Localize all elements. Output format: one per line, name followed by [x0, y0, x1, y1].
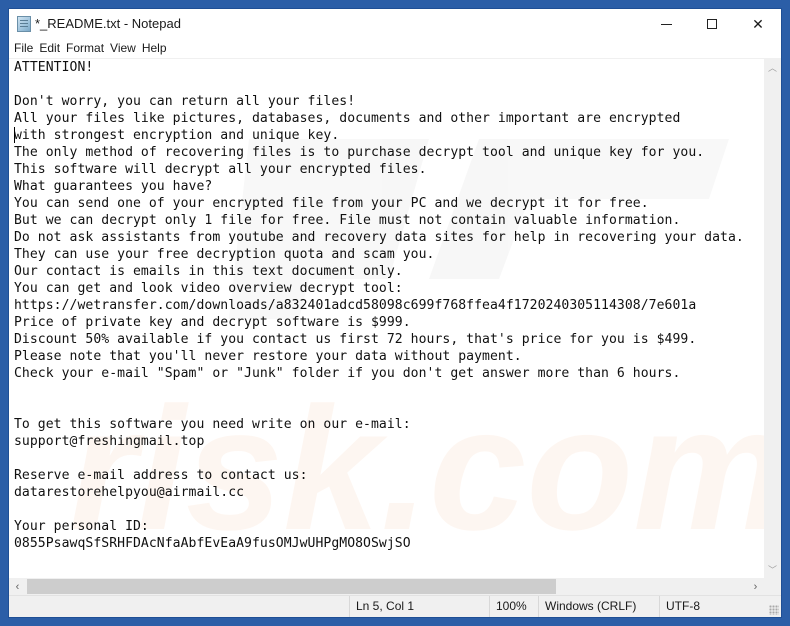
scroll-right-icon[interactable]: › — [747, 578, 764, 595]
resize-grip-icon[interactable] — [769, 605, 779, 615]
scroll-left-icon[interactable]: ‹ — [9, 578, 26, 595]
text-editor[interactable]: risk.com ATTENTION! Don't worry, you can… — [9, 59, 764, 578]
menu-file[interactable]: File — [12, 39, 35, 58]
text-caret — [14, 127, 15, 143]
minimize-button[interactable] — [643, 9, 689, 39]
title-bar[interactable]: *_README.txt - Notepad ✕ — [9, 9, 781, 39]
menu-view[interactable]: View — [108, 39, 138, 58]
zoom-level: 100% — [489, 596, 538, 617]
scrollbar-corner — [764, 578, 781, 595]
cursor-position: Ln 5, Col 1 — [349, 596, 489, 617]
menu-help[interactable]: Help — [140, 39, 169, 58]
menu-format[interactable]: Format — [64, 39, 106, 58]
horizontal-scroll-thumb[interactable] — [27, 579, 556, 594]
line-ending: Windows (CRLF) — [538, 596, 659, 617]
vertical-scrollbar[interactable]: ︿ ﹀ — [764, 59, 781, 578]
encoding: UTF-8 — [659, 596, 764, 617]
menu-bar: File Edit Format View Help — [9, 39, 781, 59]
close-button[interactable]: ✕ — [735, 9, 781, 39]
horizontal-scrollbar[interactable]: ‹ › — [9, 578, 764, 595]
maximize-icon — [707, 19, 717, 29]
maximize-button[interactable] — [689, 9, 735, 39]
notepad-icon — [17, 16, 31, 32]
minimize-icon — [660, 23, 672, 25]
status-bar: Ln 5, Col 1 100% Windows (CRLF) UTF-8 — [9, 595, 781, 617]
scroll-up-icon[interactable]: ︿ — [764, 59, 781, 76]
scroll-down-icon[interactable]: ﹀ — [764, 561, 781, 578]
notepad-window: *_README.txt - Notepad ✕ File Edit Format V… — [9, 9, 781, 617]
window-title: *_README.txt - Notepad — [35, 16, 181, 31]
document-text: ATTENTION! Don't worry, you can return a… — [14, 60, 744, 551]
menu-edit[interactable]: Edit — [37, 39, 62, 58]
close-icon: ✕ — [752, 15, 764, 32]
